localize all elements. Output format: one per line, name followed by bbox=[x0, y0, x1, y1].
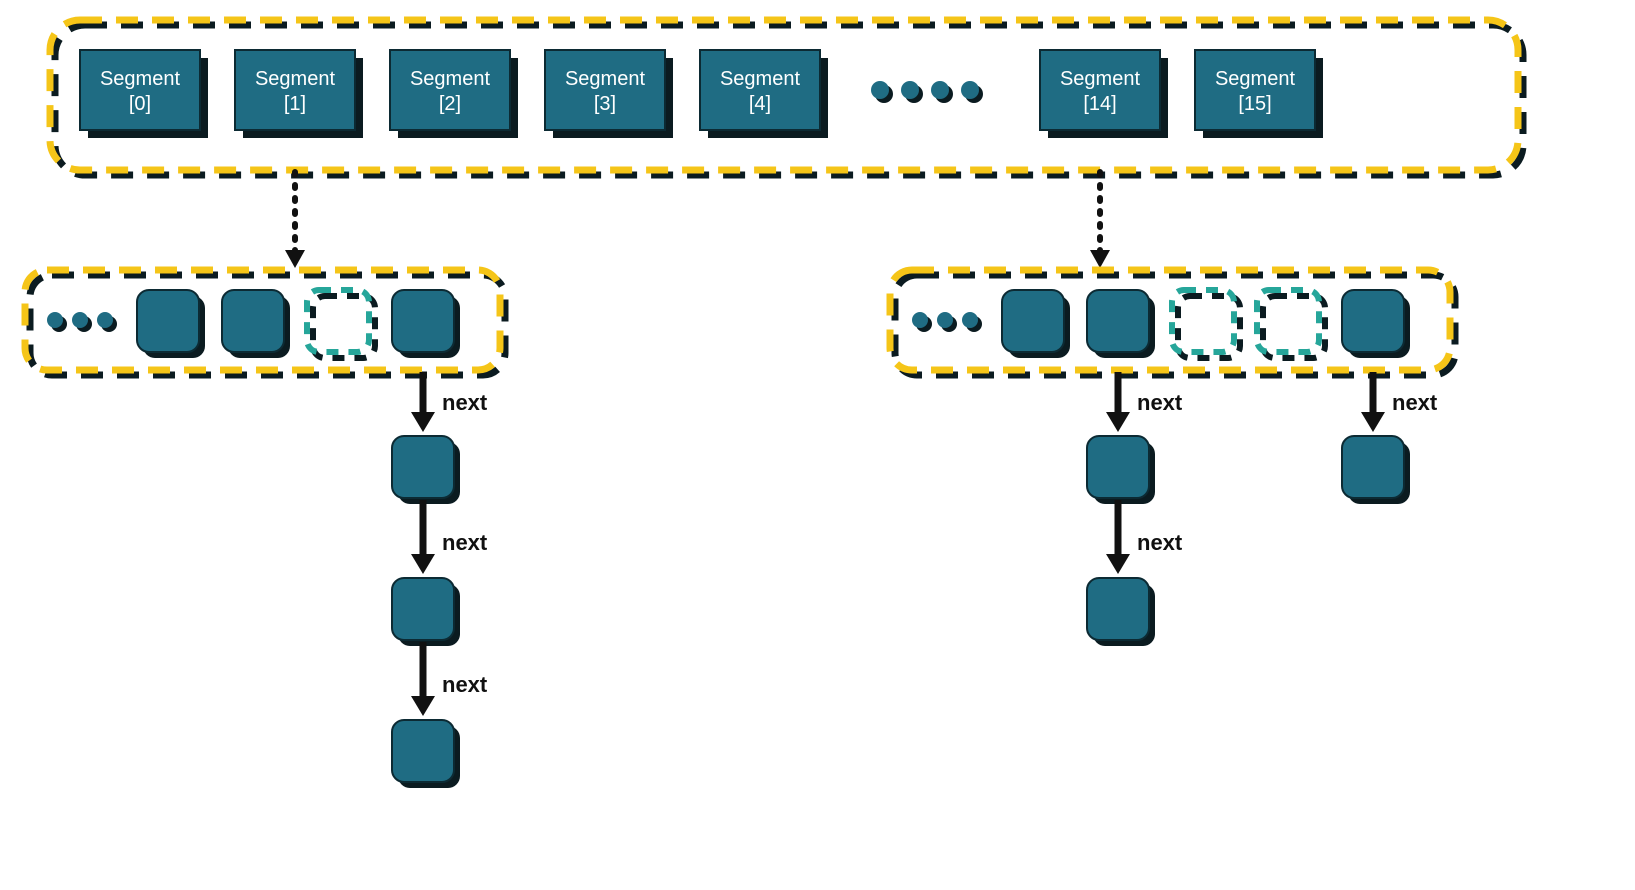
next-label: next bbox=[442, 390, 488, 415]
segment-label: Segment bbox=[565, 68, 645, 90]
segment-index: [4] bbox=[749, 93, 771, 115]
segment-label: Segment bbox=[1060, 68, 1140, 90]
segment-label: Segment bbox=[255, 68, 335, 90]
bucket-slot bbox=[222, 290, 290, 358]
segment-label: Segment bbox=[1215, 68, 1295, 90]
bucket-left bbox=[25, 270, 505, 375]
list-node bbox=[1342, 436, 1404, 498]
bucket-slot bbox=[137, 290, 205, 358]
arrow-seg14-to-bucket bbox=[1090, 172, 1110, 268]
segment-3: Segment [3] bbox=[545, 50, 673, 138]
segment-14: Segment [14] bbox=[1040, 50, 1168, 138]
chain-right-b: next bbox=[1342, 372, 1438, 504]
segment-index: [0] bbox=[129, 93, 151, 115]
segment-index: [3] bbox=[594, 93, 616, 115]
list-node bbox=[392, 578, 454, 640]
next-label: next bbox=[1137, 390, 1183, 415]
segment-0: Segment [0] bbox=[80, 50, 208, 138]
segment-label: Segment bbox=[100, 68, 180, 90]
ellipsis-icon bbox=[871, 81, 983, 103]
ellipsis-icon bbox=[47, 312, 117, 332]
ellipsis-icon bbox=[912, 312, 982, 332]
bucket-right bbox=[890, 270, 1455, 375]
segment-array: Segment [0] Segment [1] Segment [2] Segm… bbox=[80, 50, 1323, 138]
segment-1: Segment [1] bbox=[235, 50, 363, 138]
segment-15: Segment [15] bbox=[1195, 50, 1323, 138]
bucket-slot-head bbox=[392, 290, 460, 358]
segment-index: [15] bbox=[1238, 93, 1271, 115]
bucket-slot-empty bbox=[1172, 290, 1240, 358]
arrow-seg1-to-bucket bbox=[285, 172, 305, 268]
segment-4: Segment [4] bbox=[700, 50, 828, 138]
segment-index: [14] bbox=[1083, 93, 1116, 115]
segment-2: Segment [2] bbox=[390, 50, 518, 138]
segment-label: Segment bbox=[410, 68, 490, 90]
chain-right-a: next next bbox=[1087, 372, 1183, 646]
segment-index: [1] bbox=[284, 93, 306, 115]
next-label: next bbox=[1392, 390, 1438, 415]
bucket-slot-head bbox=[1342, 290, 1410, 358]
bucket-slot-empty bbox=[307, 290, 375, 358]
segment-label: Segment bbox=[720, 68, 800, 90]
bucket-slot bbox=[1002, 290, 1070, 358]
list-node bbox=[392, 720, 454, 782]
chain-left: next next next bbox=[392, 372, 488, 788]
list-node bbox=[392, 436, 454, 498]
next-label: next bbox=[442, 672, 488, 697]
list-node bbox=[1087, 578, 1149, 640]
bucket-slot-head bbox=[1087, 290, 1155, 358]
next-label: next bbox=[1137, 530, 1183, 555]
bucket-slot-empty bbox=[1257, 290, 1325, 358]
next-label: next bbox=[442, 530, 488, 555]
segment-index: [2] bbox=[439, 93, 461, 115]
list-node bbox=[1087, 436, 1149, 498]
